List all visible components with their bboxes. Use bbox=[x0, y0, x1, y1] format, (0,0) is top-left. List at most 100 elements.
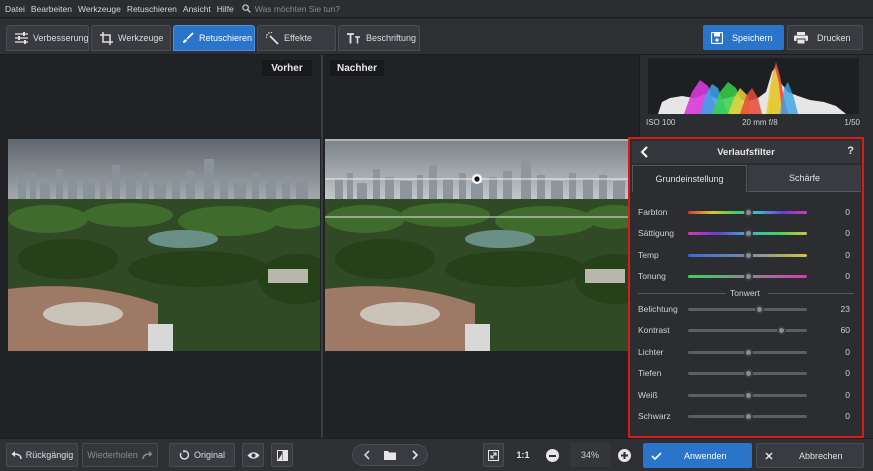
slider-knob[interactable] bbox=[743, 271, 753, 281]
tab-werkzeuge[interactable]: Werkzeuge bbox=[91, 25, 171, 51]
shutter-value: 1/50 bbox=[844, 118, 860, 127]
zoom-in-button[interactable] bbox=[618, 449, 631, 462]
folder-icon bbox=[384, 451, 396, 460]
slider-track[interactable] bbox=[688, 305, 807, 314]
original-label: Original bbox=[193, 450, 225, 460]
slider-track[interactable] bbox=[688, 208, 807, 217]
slider-row-lichter: Lichter 0 bbox=[638, 346, 860, 360]
slider-value: 0 bbox=[845, 249, 850, 260]
undo-label: Rückgängig bbox=[25, 450, 74, 460]
slider-knob[interactable] bbox=[743, 229, 753, 239]
tab-retuschieren[interactable]: Retuschieren bbox=[173, 25, 255, 51]
slider-track[interactable] bbox=[688, 412, 807, 421]
slider-knob[interactable] bbox=[743, 412, 753, 421]
after-photo bbox=[325, 139, 637, 351]
histogram bbox=[648, 58, 859, 114]
menu-hilfe[interactable]: Hilfe bbox=[217, 4, 234, 14]
exif-info: ISO 100 20 mm f/8 1/50 bbox=[646, 118, 860, 130]
slider-label: Kontrast bbox=[638, 325, 670, 336]
slider-track[interactable] bbox=[688, 229, 807, 239]
slider-knob[interactable] bbox=[743, 369, 753, 379]
original-button[interactable]: Original bbox=[169, 443, 235, 467]
undo-button[interactable]: Rückgängig bbox=[6, 443, 78, 467]
slider-knob[interactable] bbox=[776, 326, 786, 336]
slider-row-schwarz: Schwarz 0 bbox=[638, 410, 860, 424]
open-folder-button[interactable] bbox=[379, 445, 401, 465]
slider-label: Tiefen bbox=[638, 368, 662, 379]
menu-retuschieren[interactable]: Retuschieren bbox=[127, 4, 177, 14]
slider-value: 0 bbox=[845, 368, 850, 379]
close-icon bbox=[765, 451, 773, 460]
tab-beschriftung[interactable]: Beschriftung bbox=[338, 25, 420, 51]
menu-bearbeiten[interactable]: Bearbeiten bbox=[31, 4, 72, 14]
crop-icon bbox=[100, 31, 113, 45]
slider-value: 0 bbox=[845, 389, 850, 400]
apply-button[interactable]: Anwenden bbox=[643, 443, 752, 468]
compare-view-button[interactable] bbox=[271, 443, 293, 467]
redo-button[interactable]: Wiederholen bbox=[82, 443, 158, 467]
before-label: Vorher bbox=[262, 60, 312, 76]
slider-track[interactable] bbox=[688, 390, 807, 400]
zoom-out-button[interactable] bbox=[546, 449, 559, 462]
save-button[interactable]: Speichern bbox=[703, 25, 784, 50]
slider-row-kontrast: Kontrast 60 bbox=[638, 324, 860, 338]
panel-title: Verlaufsfilter bbox=[717, 146, 775, 158]
iso-value: ISO 100 bbox=[646, 118, 676, 127]
slider-label: Temp bbox=[638, 249, 659, 260]
tab-verbesserung[interactable]: Verbesserung bbox=[6, 25, 89, 51]
menu-ansicht[interactable]: Ansicht bbox=[183, 4, 211, 14]
slider-knob[interactable] bbox=[743, 390, 753, 400]
panel-header: Verlaufsfilter ? bbox=[632, 141, 860, 163]
slider-knob[interactable] bbox=[743, 250, 753, 260]
print-label: Drucken bbox=[817, 32, 851, 43]
slider-row-sättigung: Sättigung 0 bbox=[638, 227, 860, 241]
slider-label: Schwarz bbox=[638, 411, 671, 421]
tab-grundeinstellung[interactable]: Grundeinstellung bbox=[632, 165, 747, 192]
next-image-button[interactable] bbox=[405, 445, 425, 465]
menu-werkzeuge[interactable]: Werkzeuge bbox=[78, 4, 121, 14]
before-photo bbox=[8, 139, 320, 351]
compare-divider bbox=[321, 55, 323, 438]
brush-icon bbox=[183, 32, 194, 43]
zoom-level[interactable]: 34% bbox=[570, 443, 610, 467]
after-label: Nachher bbox=[330, 60, 384, 76]
printer-icon bbox=[794, 31, 808, 44]
actual-size-button[interactable]: 1:1 bbox=[510, 443, 536, 467]
slider-row-tonung: Tonung 0 bbox=[638, 270, 860, 284]
apply-label: Anwenden bbox=[684, 450, 727, 461]
cancel-button[interactable]: Abbrechen bbox=[756, 443, 864, 468]
slider-track[interactable] bbox=[688, 326, 807, 336]
slider-knob[interactable] bbox=[743, 347, 753, 357]
preview-toggle-button[interactable] bbox=[242, 443, 264, 467]
slider-row-weiß: Weiß 0 bbox=[638, 389, 860, 403]
slider-label: Farbton bbox=[638, 207, 668, 217]
gradient-handle[interactable] bbox=[472, 174, 482, 184]
text-icon bbox=[347, 32, 360, 43]
tab-schaerfe[interactable]: Schärfe bbox=[748, 165, 861, 192]
tab-label: Werkzeuge bbox=[118, 33, 164, 43]
back-arrow-icon[interactable] bbox=[640, 146, 648, 158]
slider-track[interactable] bbox=[688, 369, 807, 379]
tab-effekte[interactable]: Effekte bbox=[257, 25, 336, 51]
slider-label: Belichtung bbox=[638, 304, 678, 314]
slider-knob[interactable] bbox=[743, 208, 753, 217]
print-button[interactable]: Drucken bbox=[787, 25, 863, 50]
help-button[interactable]: ? bbox=[847, 145, 854, 157]
menu-search[interactable]: Was möchten Sie tun? bbox=[242, 4, 340, 14]
slider-track[interactable] bbox=[688, 271, 807, 281]
reset-icon bbox=[179, 450, 189, 460]
slider-track[interactable] bbox=[688, 250, 807, 260]
eye-icon bbox=[247, 451, 259, 459]
fit-to-screen-button[interactable] bbox=[483, 443, 504, 467]
menu-datei[interactable]: Datei bbox=[5, 4, 25, 14]
cancel-label: Abbrechen bbox=[799, 450, 843, 461]
previous-image-button[interactable] bbox=[357, 445, 377, 465]
bottom-bar: Rückgängig Wiederholen Original 1:1 34% bbox=[0, 438, 873, 471]
section-title: Tonwert bbox=[730, 288, 760, 298]
slider-knob[interactable] bbox=[755, 305, 765, 314]
slider-track[interactable] bbox=[688, 347, 807, 357]
tab-label: Verbesserung bbox=[33, 33, 89, 43]
slider-label: Lichter bbox=[638, 346, 664, 357]
slider-label: Tonung bbox=[638, 270, 666, 281]
tonwert-section: Tonwert bbox=[638, 288, 854, 299]
